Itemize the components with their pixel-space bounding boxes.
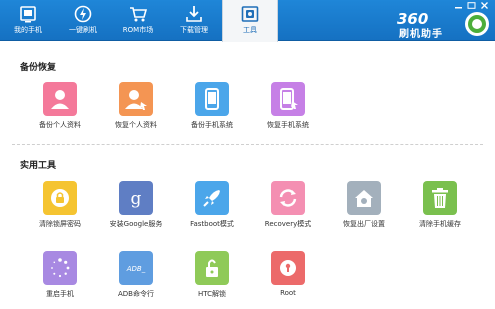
top-nav-bar: 我的手机 一键刷机 ROM市场 下载管理 工具 360 刷机助手 xyxy=(0,0,495,42)
360-logo-icon xyxy=(465,12,489,36)
nav-label: 工具 xyxy=(243,26,257,34)
tile-label: HTC解锁 xyxy=(197,290,227,298)
lock-icon xyxy=(51,189,69,207)
brand-text: 刷机助手 xyxy=(399,29,443,40)
svg-text:g: g xyxy=(131,189,142,209)
tile-label: 恢复手机系统 xyxy=(267,121,309,129)
home-gear-icon xyxy=(355,190,373,207)
tile-root[interactable]: Root xyxy=(252,251,324,299)
restore-personal-data-box xyxy=(119,82,153,116)
maximize-icon[interactable] xyxy=(467,2,476,9)
restore-system-box xyxy=(271,82,305,116)
tile-install-google[interactable]: g 安装Google服务 xyxy=(100,181,172,229)
spinner-icon xyxy=(51,258,70,278)
root-icon xyxy=(280,260,296,276)
google-icon: g xyxy=(131,189,142,209)
clear-cache-box xyxy=(423,181,457,215)
tile-label: Recovery模式 xyxy=(264,220,312,228)
adb-box: ADB_ xyxy=(119,251,153,285)
tile-label: 备份个人资料 xyxy=(39,121,81,129)
tile-clear-lock-password[interactable]: 清除锁屏密码 xyxy=(24,181,96,229)
nav-my-phone[interactable]: 我的手机 xyxy=(0,0,56,41)
tile-label: 备份手机系统 xyxy=(191,121,233,129)
toolbox-icon xyxy=(241,6,259,22)
trash-icon xyxy=(432,188,448,208)
root-box xyxy=(271,251,305,285)
tile-backup-personal-data[interactable]: 备份个人资料 xyxy=(24,82,96,130)
reboot-box xyxy=(43,251,77,285)
factory-reset-box xyxy=(347,181,381,215)
close-icon[interactable] xyxy=(480,2,489,9)
rocket-icon xyxy=(203,190,220,207)
unlock-icon xyxy=(206,259,218,277)
tile-label: 安装Google服务 xyxy=(109,220,163,228)
clear-lock-password-box xyxy=(43,181,77,215)
tile-backup-system[interactable]: 备份手机系统 xyxy=(176,82,248,130)
person-restore-icon xyxy=(125,90,147,110)
tile-adb[interactable]: ADB_ ADB命令行 xyxy=(100,251,172,299)
cart-icon xyxy=(130,7,147,22)
nav-tools[interactable]: 工具 xyxy=(222,0,278,42)
section-divider xyxy=(12,144,483,145)
tile-htc-unlock[interactable]: HTC解锁 xyxy=(176,251,248,299)
tile-label: 重启手机 xyxy=(46,290,74,298)
nav-label: 下载管理 xyxy=(180,26,208,34)
brand-logo: 360 刷机助手 xyxy=(397,10,489,40)
tile-reboot[interactable]: 重启手机 xyxy=(24,251,96,299)
tile-recovery[interactable]: Recovery模式 xyxy=(252,181,324,229)
minimize-icon[interactable] xyxy=(454,2,463,9)
tile-clear-cache[interactable]: 清除手机缓存 xyxy=(404,181,476,229)
section-title-backup: 备份恢复 xyxy=(20,63,57,73)
phone-restore-icon xyxy=(280,88,298,110)
nav-label: 我的手机 xyxy=(14,26,42,34)
phone-icon xyxy=(205,88,219,110)
tile-label: Fastboot模式 xyxy=(190,220,234,228)
refresh-icon xyxy=(279,189,297,207)
tile-label: 清除手机缓存 xyxy=(419,220,461,228)
backup-personal-data-box xyxy=(43,82,77,116)
flash-icon xyxy=(74,5,92,23)
adb-icon: ADB_ xyxy=(126,265,146,273)
section-title-tools: 实用工具 xyxy=(20,161,57,171)
tile-restore-system[interactable]: 恢复手机系统 xyxy=(252,82,324,130)
nav-label: ROM市场 xyxy=(122,26,154,34)
recovery-box xyxy=(271,181,305,215)
adb-glyph: ADB_ xyxy=(126,265,146,273)
tile-label: 清除锁屏密码 xyxy=(39,220,81,228)
nav-flash[interactable]: 一键刷机 xyxy=(55,0,111,41)
htc-unlock-box xyxy=(195,251,229,285)
person-icon xyxy=(51,90,69,109)
nav-label: 一键刷机 xyxy=(69,26,97,34)
tile-factory-reset[interactable]: 恢复出厂设置 xyxy=(328,181,400,229)
fastboot-box xyxy=(195,181,229,215)
tile-label: 恢复个人资料 xyxy=(115,121,157,129)
nav-rom-market[interactable]: ROM市场 xyxy=(110,0,166,41)
nav-downloads[interactable]: 下载管理 xyxy=(166,0,222,41)
tile-label: 恢复出厂设置 xyxy=(343,220,385,228)
my-phone-icon xyxy=(20,6,36,23)
tile-fastboot[interactable]: Fastboot模式 xyxy=(176,181,248,229)
tile-label: Root xyxy=(280,289,296,297)
backup-system-box xyxy=(195,82,229,116)
tile-label: ADB命令行 xyxy=(118,290,154,298)
download-icon xyxy=(186,6,202,22)
install-google-box: g xyxy=(119,181,153,215)
tile-restore-personal-data[interactable]: 恢复个人资料 xyxy=(100,82,172,130)
